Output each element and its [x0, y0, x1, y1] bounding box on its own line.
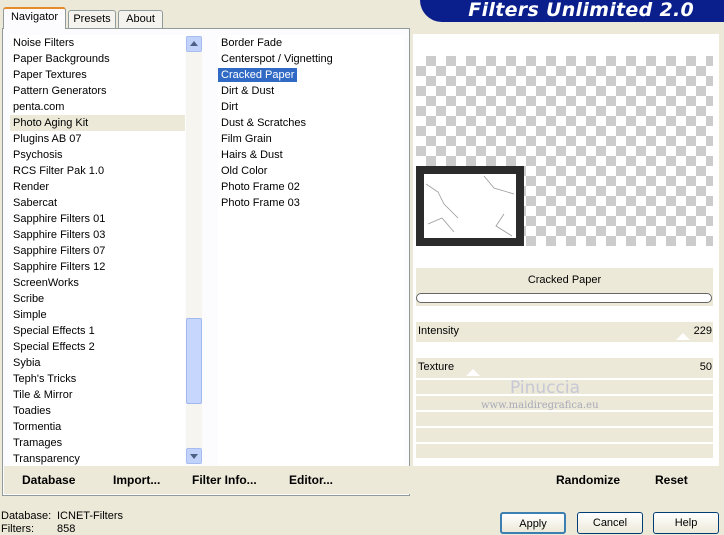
title-banner: Filters Unlimited 2.0 [420, 0, 724, 22]
empty-slider-row [416, 412, 713, 426]
tab-presets[interactable]: Presets [68, 10, 116, 28]
category-item[interactable]: RCS Filter Pak 1.0 [10, 163, 185, 179]
watermark-name: Pinuccia [510, 378, 580, 398]
filter-item[interactable]: Photo Frame 03 [218, 195, 404, 211]
left-button-bar: Database Import... Filter Info... Editor… [4, 466, 410, 494]
filter-item[interactable]: Dust & Scratches [218, 115, 404, 131]
category-list[interactable]: Noise Filters Paper Backgrounds Paper Text… [10, 35, 185, 467]
category-item[interactable]: Sapphire Filters 12 [10, 259, 185, 275]
category-item[interactable]: Sybia [10, 355, 185, 371]
chevron-down-icon [190, 454, 198, 459]
filter-item-label: Dirt [221, 101, 239, 113]
crack-lines-icon [425, 175, 515, 237]
status-database: Database: ICNET-Filters [1, 510, 123, 522]
intensity-label: Intensity [418, 325, 459, 337]
category-item[interactable]: Teph's Tricks [10, 371, 185, 387]
filter-item[interactable]: Border Fade [218, 35, 404, 51]
category-item[interactable]: Sapphire Filters 07 [10, 243, 185, 259]
texture-thumb[interactable] [466, 369, 480, 376]
randomize-button[interactable]: Randomize [556, 473, 620, 487]
category-item[interactable]: Plugins AB 07 [10, 131, 185, 147]
filter-item[interactable]: Dirt [218, 99, 404, 115]
filter-list[interactable]: Border Fade Centerspot / Vignetting Cracke… [218, 35, 404, 467]
apply-button[interactable]: Apply [500, 512, 566, 534]
category-item[interactable]: Paper Textures [10, 67, 185, 83]
category-scrollbar[interactable] [186, 36, 202, 464]
tab-navigator[interactable]: Navigator [3, 7, 66, 29]
progress-bar [416, 293, 712, 303]
texture-label: Texture [418, 361, 455, 373]
reset-button[interactable]: Reset [655, 473, 688, 487]
category-item[interactable]: Psychosis [10, 147, 185, 163]
filter-item-label: Old Color [221, 165, 268, 177]
filter-item[interactable]: Hairs & Dust [218, 147, 404, 163]
database-value: ICNET-Filters [57, 510, 123, 522]
category-item[interactable]: Paper Backgrounds [10, 51, 185, 67]
filter-item-label: Hairs & Dust [221, 149, 283, 161]
chevron-up-icon [190, 41, 198, 46]
filter-item[interactable]: Photo Frame 02 [218, 179, 404, 195]
filter-item-label: Dirt & Dust [221, 85, 275, 97]
category-item[interactable]: Sapphire Filters 01 [10, 211, 185, 227]
category-item[interactable]: Sapphire Filters 03 [10, 227, 185, 243]
right-button-bar: Randomize Reset [413, 466, 719, 494]
filter-preview[interactable] [416, 56, 713, 246]
slider-texture[interactable] [416, 358, 713, 378]
database-button[interactable]: Database [22, 473, 75, 487]
database-label: Database: [1, 510, 52, 522]
filter-name-label: Cracked Paper [527, 274, 602, 286]
category-item[interactable]: Photo Aging Kit [10, 115, 185, 131]
help-button[interactable]: Help [653, 512, 719, 534]
filter-item[interactable]: Old Color [218, 163, 404, 179]
filter-item-label: Border Fade [221, 37, 283, 49]
category-item[interactable]: Special Effects 2 [10, 339, 185, 355]
category-item[interactable]: Pattern Generators [10, 83, 185, 99]
category-item[interactable]: Tormentia [10, 419, 185, 435]
category-item[interactable]: Sabercat [10, 195, 185, 211]
empty-slider-row [416, 428, 713, 442]
filter-item-label: Film Grain [221, 133, 272, 145]
filter-item-label: Photo Frame 02 [221, 181, 300, 193]
slider-intensity[interactable] [416, 322, 713, 342]
filter-item-label: Photo Frame 03 [221, 197, 300, 209]
category-item[interactable]: ScreenWorks [10, 275, 185, 291]
empty-slider-row [416, 444, 713, 458]
import-button[interactable]: Import... [113, 473, 160, 487]
progress-row [416, 292, 713, 306]
filter-item-label: Cracked Paper [218, 68, 298, 82]
filter-info-button[interactable]: Filter Info... [192, 473, 257, 487]
category-item[interactable]: Transparency [10, 451, 185, 467]
watermark-url: www.maidiregrafica.eu [481, 400, 599, 411]
filters-value: 858 [57, 523, 76, 535]
category-item[interactable]: Simple [10, 307, 185, 323]
editor-button[interactable]: Editor... [289, 473, 333, 487]
intensity-value: 229 [693, 325, 712, 337]
category-item[interactable]: Render [10, 179, 185, 195]
filter-item[interactable]: Cracked Paper [218, 67, 404, 83]
cancel-button[interactable]: Cancel [577, 512, 643, 534]
category-item[interactable]: Scribe [10, 291, 185, 307]
category-item[interactable]: Toadies [10, 403, 185, 419]
filter-name-panel: Cracked Paper [416, 268, 713, 292]
filter-item[interactable]: Dirt & Dust [218, 83, 404, 99]
category-item[interactable]: Noise Filters [10, 35, 185, 51]
filters-label: Filters: [1, 523, 34, 535]
category-item[interactable]: Tile & Mirror [10, 387, 185, 403]
filter-item[interactable]: Centerspot / Vignetting [218, 51, 404, 67]
texture-value: 50 [699, 361, 712, 373]
filter-item-label: Dust & Scratches [221, 117, 306, 129]
status-filters: Filters: 858 [1, 523, 75, 535]
category-item[interactable]: penta.com [10, 99, 185, 115]
category-item[interactable]: Tramages [10, 435, 185, 451]
filter-item[interactable]: Film Grain [218, 131, 404, 147]
tab-about[interactable]: About [118, 10, 163, 28]
category-item[interactable]: Special Effects 1 [10, 323, 185, 339]
preview-frame-image [416, 166, 524, 246]
scroll-up-button[interactable] [186, 36, 202, 52]
app-title: Filters Unlimited 2.0 [468, 0, 694, 21]
scroll-down-button[interactable] [186, 448, 202, 464]
intensity-thumb[interactable] [676, 333, 690, 340]
filter-item-label: Centerspot / Vignetting [221, 53, 333, 65]
scroll-thumb[interactable] [186, 318, 202, 404]
